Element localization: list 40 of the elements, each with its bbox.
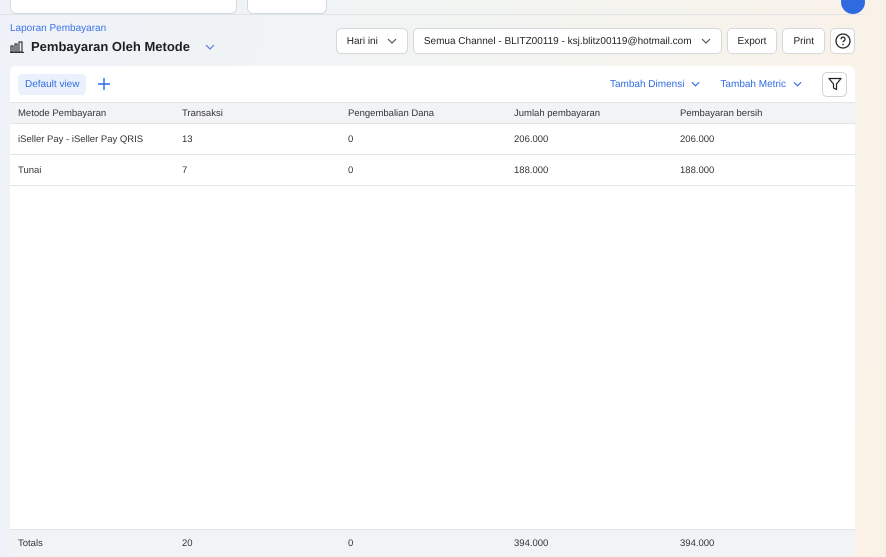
table-cell-text: 188.000 — [680, 164, 716, 176]
add-dropdown[interactable]: Tambah Dimensi — [610, 78, 700, 90]
chevron-down-icon — [691, 81, 700, 87]
chevron-down-icon — [386, 38, 397, 44]
chevron-down-icon — [793, 81, 802, 87]
breadcrumb-link[interactable]: Laporan Pembayaran — [10, 23, 215, 34]
page-title: Pembayaran Oleh Metode — [31, 39, 190, 54]
total-cell-text: 394.000 — [680, 538, 716, 549]
chevron-down-icon — [700, 38, 711, 44]
filter-button[interactable] — [822, 72, 847, 96]
toolbar-button[interactable]: Export — [726, 28, 778, 54]
toolbar-button[interactable]: Print — [782, 28, 825, 54]
add-dropdown[interactable]: Tambah Metric — [720, 78, 802, 90]
add-icon[interactable] — [98, 78, 110, 90]
table-cell-text: 0 — [348, 134, 354, 144]
channel-dropdown[interactable]: Semua Channel - BLITZ00119 - ksj.blitz00119@hotmail.com — [412, 28, 722, 54]
date-dropdown[interactable]: Hari ini — [336, 28, 408, 54]
help-button[interactable] — [830, 28, 855, 54]
total-cell-text: 394.000 — [514, 538, 550, 549]
view-tab[interactable]: Default view — [18, 74, 86, 94]
table-cell-text: Tunai — [18, 164, 42, 176]
column-header: Metode Pembayaran — [18, 108, 108, 118]
table-cell-text: 7 — [182, 164, 188, 176]
help-icon — [834, 33, 850, 49]
column-header: Jumlah pembayaran — [514, 108, 602, 118]
total-cell-text: Totals — [18, 538, 44, 549]
column-header: Transaksi — [182, 108, 224, 118]
column-header: Pembayaran bersih — [680, 108, 764, 118]
table-cell-text: 13 — [182, 134, 194, 144]
table-cell-text: 0 — [348, 164, 354, 176]
total-cell-text: 20 — [182, 538, 194, 549]
total-cell-text: 0 — [348, 538, 354, 549]
column-header: Pengembalian Dana — [348, 108, 436, 118]
table-cell-text: iSeller Pay - iSeller Pay QRIS — [18, 134, 144, 144]
table-cell-text: 206.000 — [680, 134, 716, 144]
table-cell-text: 188.000 — [514, 164, 550, 176]
chart-icon — [10, 40, 24, 52]
chevron-down-icon[interactable] — [204, 44, 215, 50]
table-cell-text: 206.000 — [514, 134, 550, 144]
filter-icon — [828, 77, 842, 91]
